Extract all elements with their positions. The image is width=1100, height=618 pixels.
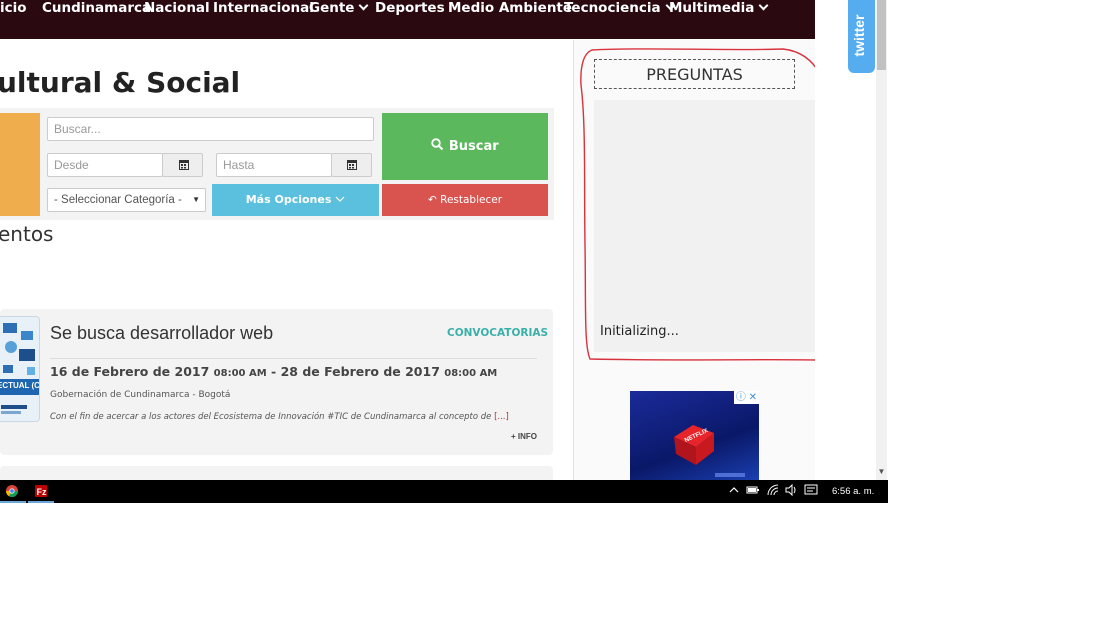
calendar-accent-block <box>0 113 40 216</box>
chevron-up-icon <box>729 487 739 493</box>
chevron-down-icon <box>359 0 369 11</box>
event-end-time: 08:00 AM <box>444 368 498 379</box>
nav-item-label: Internacional <box>213 0 314 16</box>
chevron-down-icon <box>758 0 769 11</box>
nav-item-inicio[interactable]: icio <box>0 0 27 16</box>
scroll-down-arrow-icon[interactable]: ▼ <box>876 466 887 478</box>
scrollbar-thumb[interactable] <box>877 0 886 70</box>
nav-item-label: Deportes <box>375 0 445 16</box>
nav-item-label: Gente <box>309 0 355 16</box>
nav-item-label: Cundinamarca <box>42 0 152 16</box>
date-to-field[interactable]: Hasta <box>216 153 332 177</box>
taskbar-app-chrome[interactable] <box>0 480 26 503</box>
twitter-follow-tab[interactable]: twitter <box>848 0 875 73</box>
calendar-icon <box>179 160 189 170</box>
nav-item-label: Nacional <box>144 0 210 16</box>
more-options-label: Más Opciones <box>245 193 332 206</box>
reset-button[interactable]: ↶ Restablecer <box>382 184 548 216</box>
more-options-button[interactable]: Más Opciones <box>212 184 379 216</box>
event-location: Gobernación de Cundinamarca - Bogotá <box>50 390 231 400</box>
nav-item-nacional[interactable]: Nacional <box>144 0 210 16</box>
vertical-scrollbar[interactable] <box>876 0 887 480</box>
chevron-down-icon <box>335 196 345 202</box>
nav-item-cundinamarca[interactable]: Cundinamarca <box>42 0 151 16</box>
date-to-calendar-button[interactable] <box>331 153 372 177</box>
nav-item-multimedia[interactable]: Multimedia <box>669 0 769 16</box>
thumbnail-caption: ECTUAL (CV <box>0 381 40 390</box>
nav-item-internacional[interactable]: Internacional <box>213 0 314 16</box>
nav-item-label: Medio Ambiente <box>448 0 573 16</box>
event-dates: 16 de Febrero de 2017 08:00 AM - 28 de F… <box>50 364 497 379</box>
advertisement[interactable]: NETFLIX <box>630 391 759 480</box>
event-title[interactable]: Se busca desarrollador web <box>50 323 273 344</box>
event-end-date: 28 de Febrero de 2017 <box>280 364 440 379</box>
search-button[interactable]: Buscar <box>382 113 548 180</box>
nav-item-label: icio <box>0 0 27 16</box>
event-start-time: 08:00 AM <box>213 368 267 379</box>
page-title: ultural & Social <box>0 66 241 99</box>
taskbar-app-filezilla[interactable]: Fz <box>28 480 54 503</box>
battery-icon <box>746 486 759 494</box>
event-excerpt-text: Con el fin de acercar a los actores del … <box>50 412 492 422</box>
event-category-link[interactable]: CONVOCATORIAS <box>447 327 548 339</box>
notifications-icon <box>804 484 818 495</box>
volume-icon <box>785 483 796 497</box>
dropdown-arrow-icon: ▼ <box>192 195 200 204</box>
filezilla-icon: Fz <box>35 485 47 497</box>
date-separator: - <box>271 364 277 379</box>
nav-item-label: Tecnociencia <box>564 0 661 16</box>
volume-control[interactable] <box>785 483 799 499</box>
search-icon <box>431 138 444 151</box>
wifi-icon <box>767 484 779 496</box>
nav-item-gente[interactable]: Gente <box>309 0 369 16</box>
more-info-link[interactable]: + INFO <box>511 432 537 441</box>
event-start-date: 16 de Febrero de 2017 <box>50 364 210 379</box>
svg-text:Fz: Fz <box>37 487 47 497</box>
undo-icon: ↶ <box>427 194 437 206</box>
card-divider <box>50 358 537 359</box>
event-thumbnail[interactable]: ECTUAL (CV <box>0 316 40 422</box>
network-status[interactable] <box>767 484 781 499</box>
calendar-icon <box>347 160 357 170</box>
read-more-link[interactable]: [...] <box>494 412 509 422</box>
action-center-button[interactable] <box>804 484 818 499</box>
show-hidden-icons-button[interactable] <box>729 484 739 499</box>
nav-item-deportes[interactable]: Deportes <box>375 0 445 16</box>
reset-button-label: Restablecer <box>440 194 503 206</box>
date-from-field[interactable]: Desde <box>47 153 163 177</box>
next-event-card <box>0 466 553 480</box>
category-select-value: - Seleccionar Categoría - <box>54 194 182 206</box>
section-heading: entos <box>0 222 54 246</box>
twitter-tab-label: twitter <box>851 14 867 57</box>
top-navigation-bar: icio Cundinamarca Nacional Internacional… <box>0 0 815 39</box>
tech-illustration-icon <box>0 323 39 414</box>
search-button-label: Buscar <box>448 139 499 154</box>
chrome-icon <box>5 485 18 498</box>
nav-item-tecnociencia[interactable]: Tecnociencia <box>564 0 676 16</box>
ad-info-close-badge[interactable]: ⓘ ✕ <box>734 391 759 404</box>
taskbar-clock[interactable]: 6:56 a. m. <box>832 486 874 497</box>
event-excerpt: Con el fin de acercar a los actores del … <box>50 412 509 422</box>
search-input[interactable]: Buscar... <box>47 117 374 141</box>
date-from-calendar-button[interactable] <box>162 153 203 177</box>
nav-item-label: Multimedia <box>669 0 755 16</box>
nav-item-medio-ambiente[interactable]: Medio Ambiente <box>448 0 572 16</box>
hand-drawn-annotation <box>580 48 830 361</box>
category-select[interactable]: - Seleccionar Categoría - ▼ <box>47 188 206 212</box>
battery-status[interactable] <box>746 484 760 499</box>
